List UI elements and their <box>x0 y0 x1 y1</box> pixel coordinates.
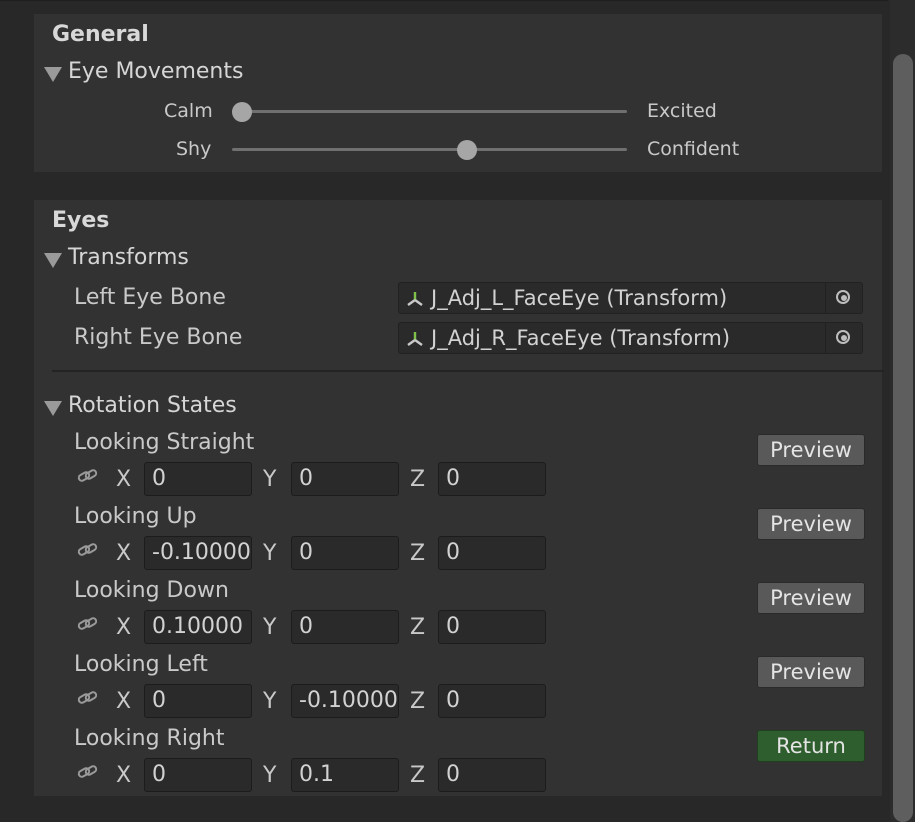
y-axis-label: Y <box>263 615 277 640</box>
y-axis-label: Y <box>263 689 277 714</box>
x-value-field[interactable]: 0.10000 <box>144 610 252 644</box>
confident-label: Confident <box>647 138 740 160</box>
x-value-field[interactable]: 0 <box>144 462 252 496</box>
z-axis-label: Z <box>410 467 426 492</box>
preview-button[interactable]: Preview <box>757 508 865 540</box>
calm-label: Calm <box>164 100 213 122</box>
scrollbar-thumb[interactable] <box>893 54 913 822</box>
preview-button[interactable]: Preview <box>757 582 865 614</box>
right-eye-bone-label: Right Eye Bone <box>74 325 243 350</box>
transform-axes-icon <box>407 332 423 346</box>
state-label: Looking Straight <box>74 430 255 455</box>
shy-confident-slider-thumb[interactable] <box>457 140 477 160</box>
z-axis-label: Z <box>410 541 426 566</box>
rotation-states-foldout[interactable]: Rotation States <box>68 393 237 418</box>
z-axis-label: Z <box>410 615 426 640</box>
triangle-down-icon[interactable] <box>44 253 62 268</box>
x-value-field[interactable]: 0 <box>144 758 252 792</box>
y-value-field[interactable]: -0.10000 <box>291 684 399 718</box>
return-button[interactable]: Return <box>757 730 865 762</box>
right-eye-bone-value: J_Adj_R_FaceEye (Transform) <box>431 326 731 350</box>
shy-label: Shy <box>176 138 212 160</box>
right-eye-bone-field[interactable]: J_Adj_R_FaceEye (Transform) <box>398 322 863 354</box>
transforms-foldout[interactable]: Transforms <box>68 245 189 270</box>
left-eye-bone-label: Left Eye Bone <box>74 285 226 310</box>
x-axis-label: X <box>116 689 132 714</box>
triangle-down-icon[interactable] <box>44 401 62 416</box>
object-picker-dot <box>841 335 847 341</box>
object-picker-dot <box>841 295 847 301</box>
x-axis-label: X <box>116 763 132 788</box>
state-label: Looking Down <box>74 578 229 603</box>
z-value-field[interactable]: 0 <box>438 684 546 718</box>
left-eye-bone-value: J_Adj_L_FaceEye (Transform) <box>431 286 728 310</box>
link-icon[interactable] <box>77 541 99 559</box>
y-value-field[interactable]: 0.1 <box>291 758 399 792</box>
y-value-field[interactable]: 0 <box>291 536 399 570</box>
calm-excited-slider-track[interactable] <box>232 110 627 113</box>
z-value-field[interactable]: 0 <box>438 462 546 496</box>
preview-button[interactable]: Preview <box>757 656 865 688</box>
z-value-field[interactable]: 0 <box>438 758 546 792</box>
link-icon[interactable] <box>77 689 99 707</box>
x-axis-label: X <box>116 467 132 492</box>
eyes-header: Eyes <box>52 208 110 233</box>
link-icon[interactable] <box>77 467 99 485</box>
eye-movements-foldout[interactable]: Eye Movements <box>68 59 243 84</box>
link-icon[interactable] <box>77 615 99 633</box>
calm-excited-slider-thumb[interactable] <box>232 102 252 122</box>
shy-confident-slider-track[interactable] <box>232 148 627 151</box>
object-picker-button[interactable] <box>825 283 862 313</box>
z-axis-label: Z <box>410 763 426 788</box>
y-axis-label: Y <box>263 763 277 788</box>
top-divider <box>0 0 888 1</box>
x-axis-label: X <box>116 615 132 640</box>
y-axis-label: Y <box>263 541 277 566</box>
link-icon[interactable] <box>77 763 99 781</box>
x-value-field[interactable]: -0.10000 <box>144 536 252 570</box>
state-label: Looking Up <box>74 504 197 529</box>
y-axis-label: Y <box>263 467 277 492</box>
state-label: Looking Right <box>74 726 225 751</box>
transform-axes-icon <box>407 292 423 306</box>
z-axis-label: Z <box>410 689 426 714</box>
general-header: General <box>52 22 149 47</box>
left-eye-bone-field[interactable]: J_Adj_L_FaceEye (Transform) <box>398 282 863 314</box>
state-label: Looking Left <box>74 652 208 677</box>
x-value-field[interactable]: 0 <box>144 684 252 718</box>
y-value-field[interactable]: 0 <box>291 462 399 496</box>
y-value-field[interactable]: 0 <box>291 610 399 644</box>
section-divider <box>52 370 884 372</box>
object-picker-button[interactable] <box>825 323 862 353</box>
preview-button[interactable]: Preview <box>757 434 865 466</box>
triangle-down-icon[interactable] <box>44 67 62 82</box>
excited-label: Excited <box>647 100 717 122</box>
z-value-field[interactable]: 0 <box>438 610 546 644</box>
x-axis-label: X <box>116 541 132 566</box>
z-value-field[interactable]: 0 <box>438 536 546 570</box>
